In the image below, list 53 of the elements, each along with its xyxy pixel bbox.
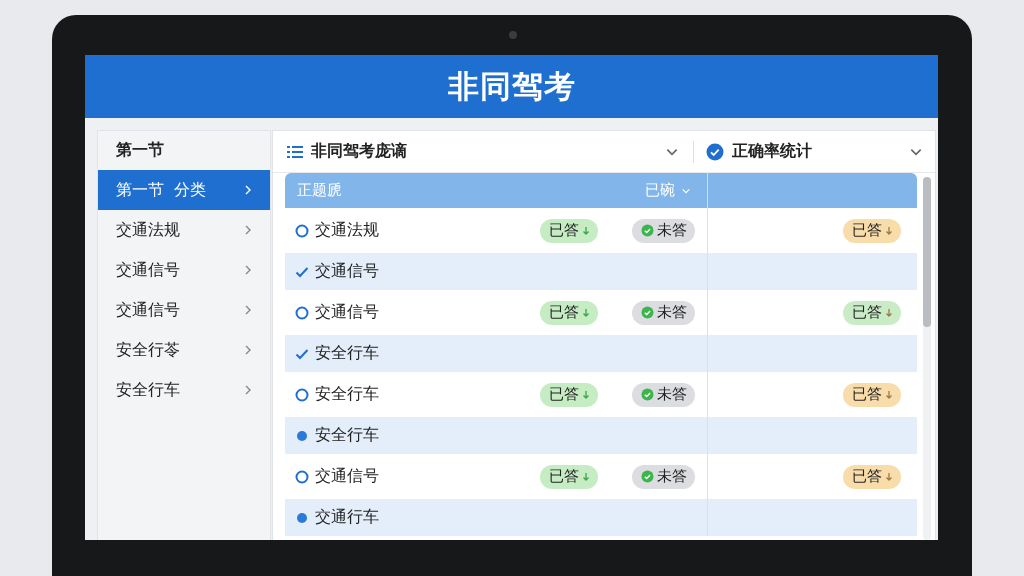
down-arrow-icon [582,471,590,482]
column-title: 正题虒 [297,181,342,200]
sidebar-item[interactable]: 交通信号 [98,290,270,330]
answered-badge: 已答 [540,218,598,243]
question-label: 安全行车 [315,425,380,446]
sidebar-item[interactable]: 第一节 分类 [98,170,270,210]
sidebar-item[interactable]: 安全行车 [98,370,270,410]
question-label: 交通信号 [315,302,380,323]
unanswered-badge: 未答 [632,300,695,325]
down-arrow-icon [582,389,590,400]
circle-icon [295,469,309,484]
question-label: 交通信号 [315,466,380,487]
unanswered-badge: 未答 [632,464,695,489]
list-icon [287,144,303,159]
check-circle-icon [641,388,654,401]
stat-badge: 已答 [843,300,901,325]
down-arrow-icon [885,471,893,482]
dot-icon [295,510,309,525]
answered-badge: 已答 [540,382,598,407]
stats-title: 正确率统计 [732,141,813,162]
dot-icon [295,428,309,443]
circle-icon [295,387,309,402]
question-label: 交通信号 [315,261,380,282]
check-circle-icon [641,224,654,237]
stat-badge: 已答 [843,382,901,407]
down-arrow-icon [885,389,893,400]
stat-badge: 已答 [843,464,901,489]
sidebar-item[interactable]: 安全行苓 [98,330,270,370]
check-circle-icon [641,470,654,483]
question-label: 安全行车 [315,343,380,364]
scrollbar-thumb[interactable] [923,177,931,327]
check-circle-icon [706,142,724,161]
down-arrow-icon [582,307,590,318]
unanswered-badge: 未答 [632,382,695,407]
question-label: 交通法规 [315,220,380,241]
answered-badge: 已答 [540,300,598,325]
list-title: 非同驾考庞谪 [311,141,408,162]
unanswered-badge: 未答 [632,218,695,243]
sidebar-item[interactable]: 交通法规 [98,210,270,250]
stat-badge: 已答 [843,218,901,243]
question-label: 交通行车 [315,507,380,528]
sidebar-heading: 第一节 [115,139,165,161]
answered-badge: 已答 [540,464,598,489]
sidebar-item[interactable]: 交通信号 [98,250,270,290]
down-arrow-icon [582,225,590,236]
down-arrow-icon [885,225,893,236]
down-arrow-icon [885,307,893,318]
check-circle-icon [641,306,654,319]
camera-icon [509,31,517,39]
app-title: 非同驾考 [447,66,576,106]
circle-icon [295,223,309,238]
circle-icon [295,305,309,320]
question-label: 安全行车 [315,384,380,405]
